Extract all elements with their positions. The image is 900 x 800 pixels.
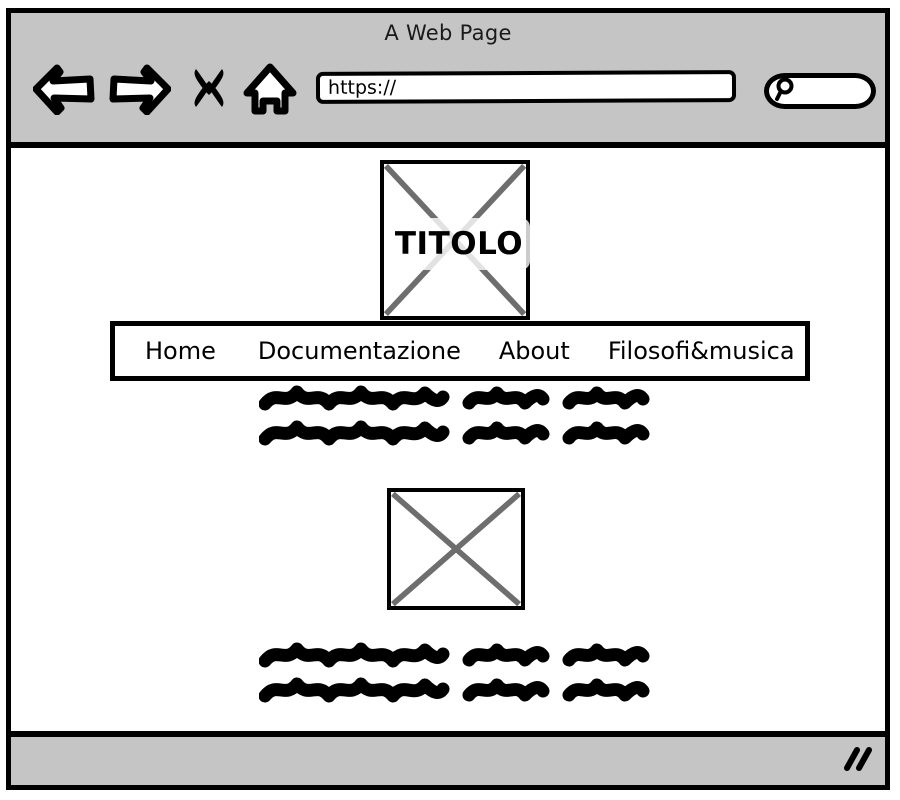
page-content: TITOLO Home Documentazione About Filosof…	[11, 148, 885, 731]
content-image-placeholder[interactable]	[387, 488, 525, 610]
scribble-paragraph-1	[258, 385, 659, 451]
wireframe-canvas: A Web Page https:// TITOLO Home Document…	[0, 0, 900, 800]
nav-item-documentazione[interactable]: Documentazione	[258, 337, 461, 365]
placeholder-cross-icon	[391, 492, 521, 606]
nav-item-home[interactable]: Home	[145, 337, 216, 365]
forward-arrow-icon[interactable]	[109, 63, 172, 120]
scribble-line	[258, 677, 659, 708]
logo-image-placeholder[interactable]: TITOLO	[380, 160, 530, 320]
status-bar	[11, 731, 885, 785]
resize-grip-icon[interactable]	[841, 744, 875, 779]
site-nav-bar: Home Documentazione About Filosofi&music…	[110, 321, 810, 381]
window-title: A Web Page	[384, 21, 512, 45]
scribble-line	[258, 420, 659, 451]
scribble-line	[258, 642, 659, 673]
scribble-paragraph-2	[258, 642, 659, 708]
magnifier-icon	[774, 76, 798, 107]
search-button[interactable]	[764, 73, 876, 109]
browser-chrome: A Web Page https://	[11, 13, 885, 148]
home-icon[interactable]	[243, 63, 297, 122]
scribble-line	[258, 385, 659, 416]
logo-label: TITOLO	[388, 218, 530, 270]
browser-window: A Web Page https:// TITOLO Home Document…	[6, 8, 890, 790]
stop-x-icon[interactable]	[189, 63, 229, 118]
back-arrow-icon[interactable]	[32, 63, 95, 120]
nav-item-filosofi-musica[interactable]: Filosofi&musica	[608, 337, 795, 365]
url-bar[interactable]: https://	[315, 70, 737, 104]
nav-item-about[interactable]: About	[499, 337, 570, 365]
url-input[interactable]: https://	[320, 77, 396, 99]
